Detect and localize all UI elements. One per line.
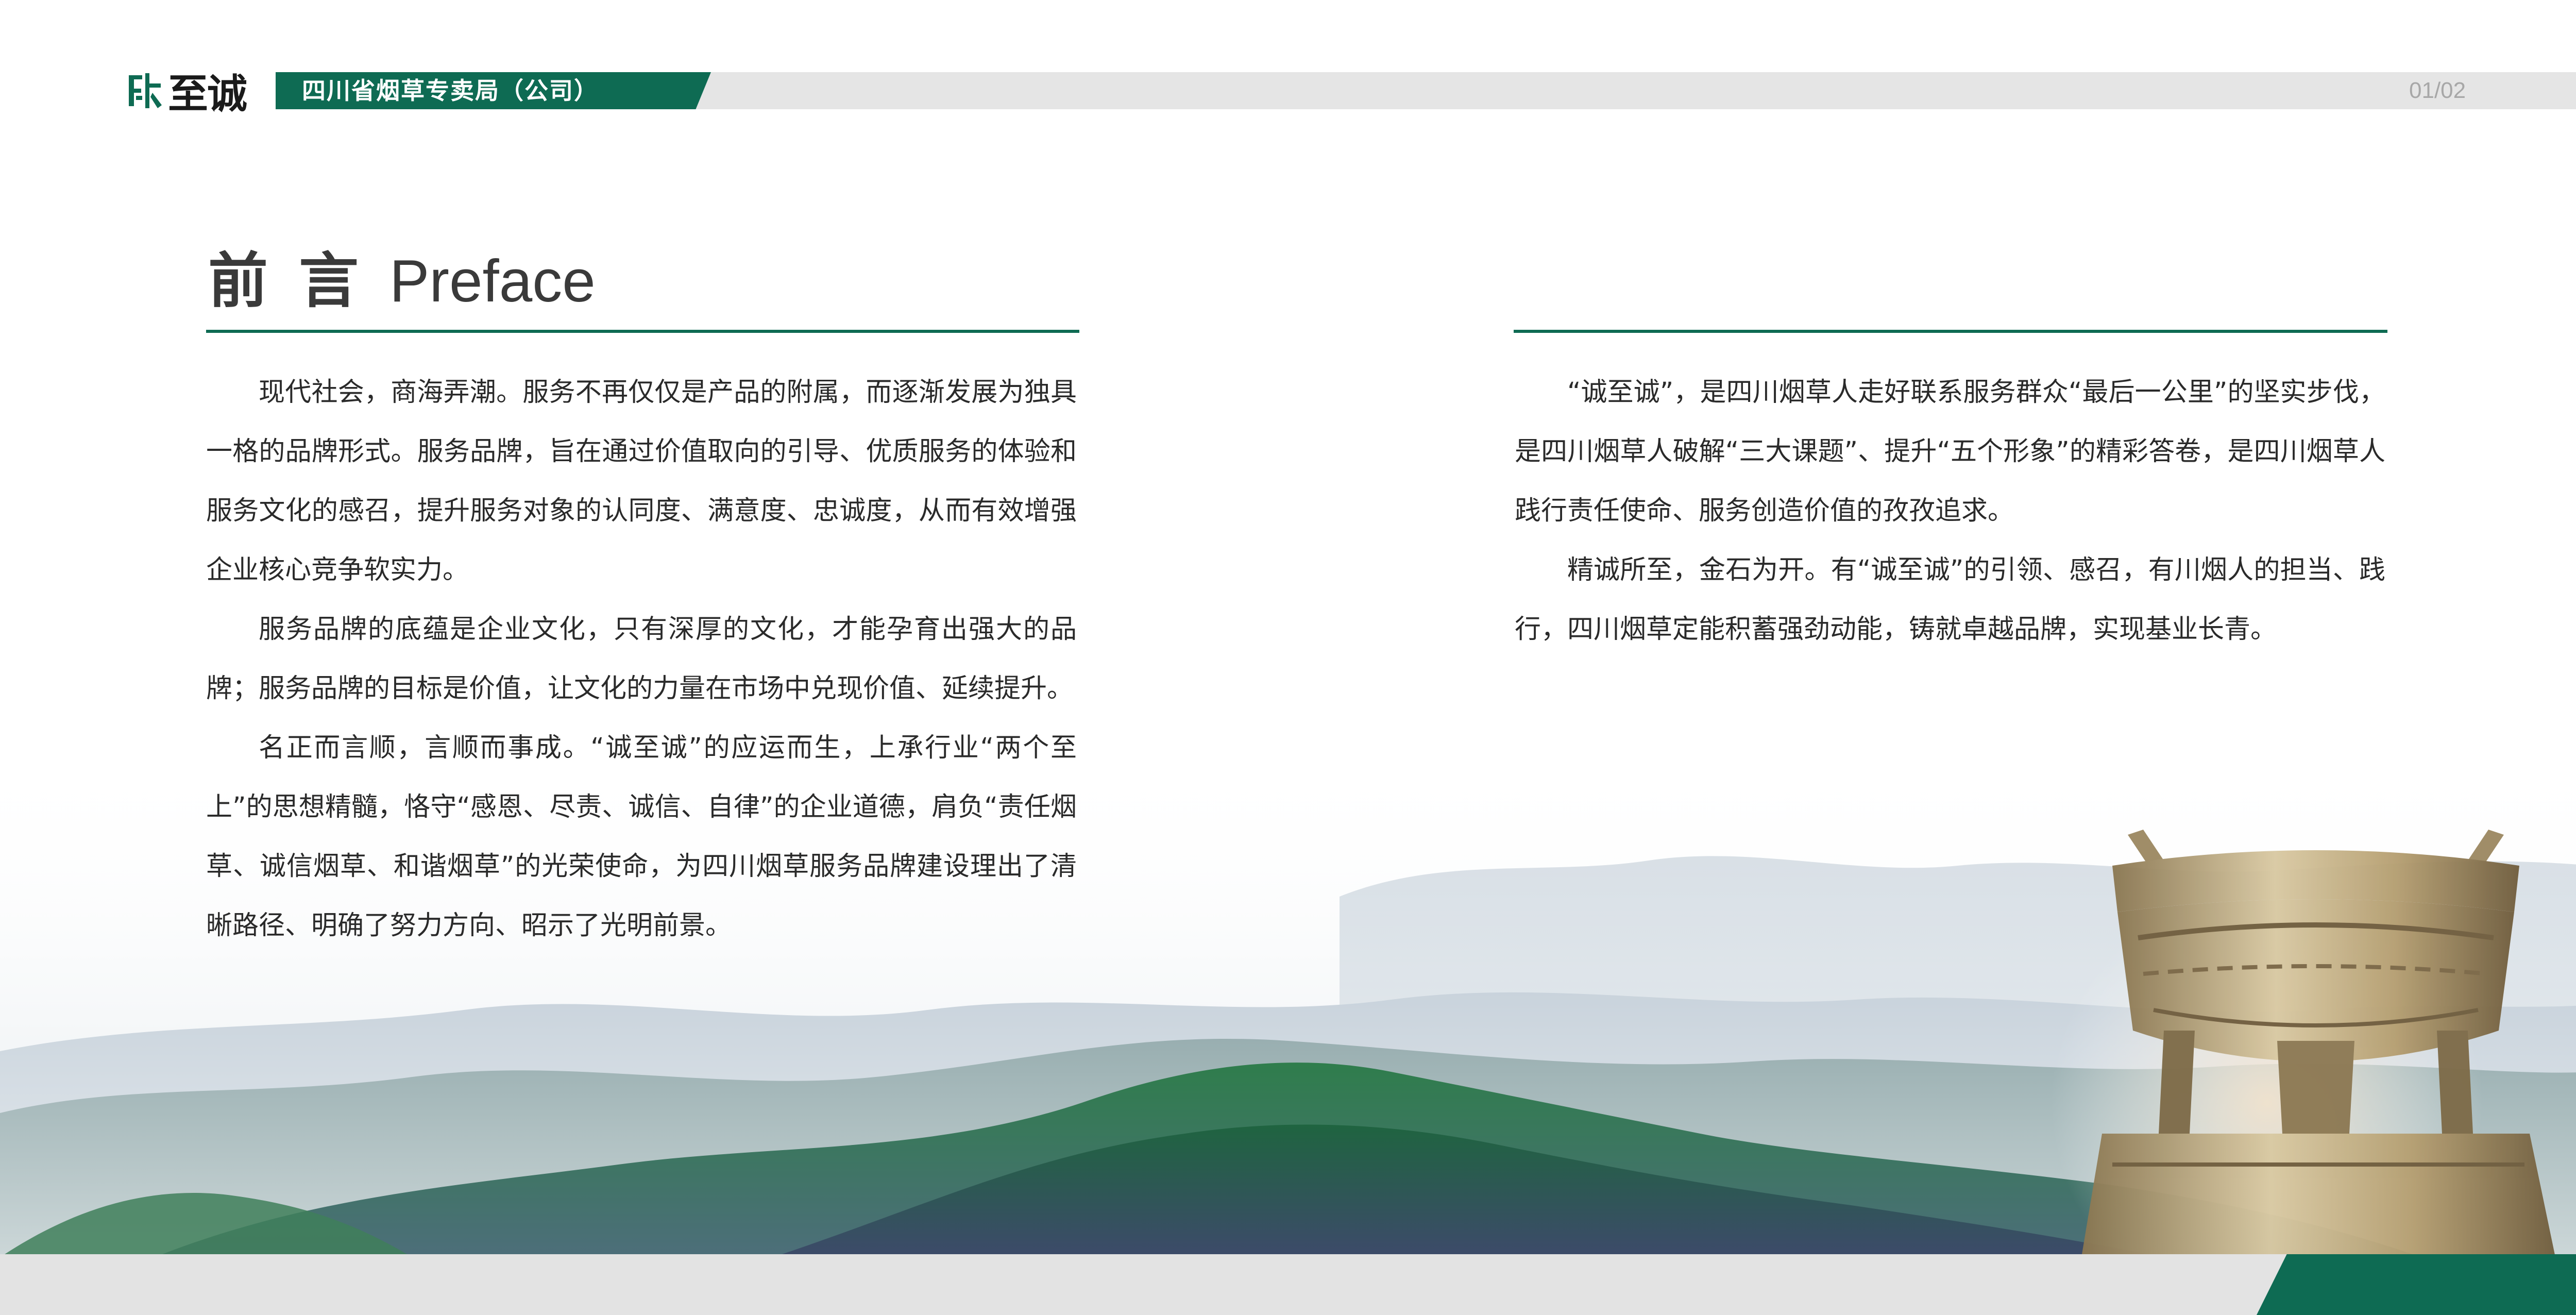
paragraph: 服务品牌的底蕴是企业文化，只有深厚的文化，才能孕育出强大的品牌；服务品牌的目标是… [206, 614, 1077, 704]
paragraph: 名正而言顺，言顺而事成。“诚至诚”的应运而生，上承行业“两个至上”的思想精髓，恪… [206, 733, 1077, 941]
logo-text: 至诚 [168, 71, 247, 117]
logo: 至诚 [127, 66, 247, 117]
footer-band [0, 1254, 2576, 1315]
left-heading-rule [206, 330, 1079, 333]
paragraph: 现代社会，商海弄潮。服务不再仅仅是产品的附属，而逐渐发展为独具一格的品牌形式。服… [206, 377, 1077, 585]
page-number: 01/02 [2409, 78, 2466, 103]
left-text-column: 现代社会，商海弄潮。服务不再仅仅是产品的附属，而逐渐发展为独具一格的品牌形式。服… [206, 363, 1077, 955]
logo-mark-icon [129, 73, 162, 108]
right-heading-rule [1514, 330, 2387, 333]
section-title-en: Preface [389, 247, 596, 314]
paragraph: “诚至诚”，是四川烟草人走好联系服务群众“最后一公里”的坚实步伐，是四川烟草人破… [1515, 377, 2385, 526]
section-title: 前言Preface [208, 242, 596, 319]
paragraph: 精诚所至，金石为开。有“诚至诚”的引领、感召，有川烟人的担当、践行，四川烟草定能… [1515, 555, 2385, 645]
section-title-cn: 前言 [208, 246, 389, 316]
header-band [685, 72, 2576, 109]
right-text-column: “诚至诚”，是四川烟草人走好联系服务群众“最后一公里”的坚实步伐，是四川烟草人破… [1515, 363, 2385, 659]
organization-name: 四川省烟草专卖局（公司） [302, 77, 599, 105]
footer-accent [2257, 1254, 2576, 1315]
